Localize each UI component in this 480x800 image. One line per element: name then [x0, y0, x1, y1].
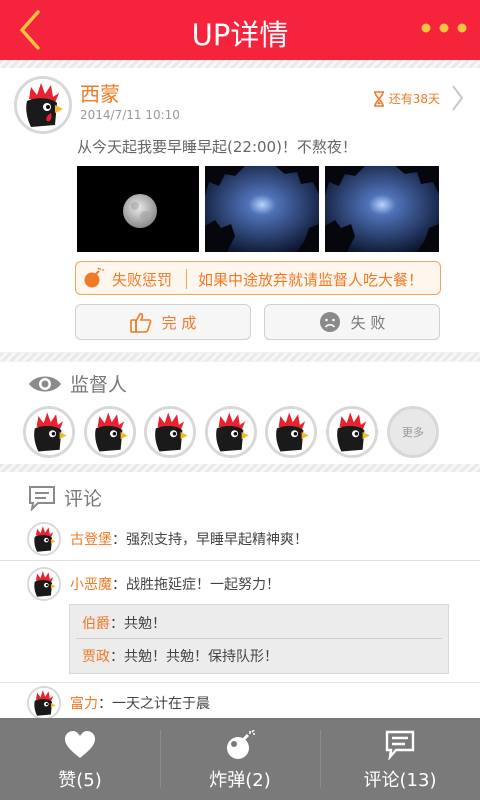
- supervisor-avatar[interactable]: [144, 406, 196, 458]
- remaining-days: 还有38天: [373, 90, 440, 107]
- post-text: 从今天起我要早睡早起(22:00)！不熬夜！: [77, 138, 357, 156]
- sad-face-icon: [319, 312, 340, 332]
- supervisors-header: 监督人: [28, 370, 127, 397]
- header-bar: UP详情: [0, 0, 480, 60]
- bomb-icon: [84, 267, 104, 288]
- post-card: 西蒙 2014/7/11 10:10 还有38天 从今天起我要早睡早起(22:0…: [0, 68, 480, 352]
- eye-icon: [29, 376, 61, 391]
- bomb-tab[interactable]: 炸弹(2): [160, 718, 320, 800]
- avatar[interactable]: [14, 76, 72, 134]
- comment-author[interactable]: 古登堡: [70, 532, 112, 548]
- comment-avatar[interactable]: [27, 567, 61, 601]
- penalty-text: 如果中途放弃就请监督人吃大餐！: [198, 271, 424, 289]
- comments-title: 评论: [64, 488, 103, 510]
- supervisors-card: 监督人 更多: [0, 362, 480, 464]
- penalty-banner: 失败惩罚 如果中途放弃就请监督人吃大餐！: [75, 261, 441, 295]
- divider-stripe: [0, 353, 480, 361]
- rooster-avatar-icon: [17, 79, 69, 131]
- fail-label: 失 败: [350, 313, 386, 332]
- comment-author[interactable]: 富力: [70, 696, 98, 712]
- divider-stripe: [0, 464, 480, 472]
- rooster-avatar-icon: [26, 409, 72, 455]
- page-title: UP详情: [191, 18, 289, 52]
- penalty-divider: [186, 269, 187, 289]
- reply-line: 伯爵：共勉！: [82, 613, 166, 633]
- supervisor-avatar[interactable]: [23, 406, 75, 458]
- comment-tab-label: 评论(13): [363, 770, 437, 791]
- complete-label: 完 成: [161, 313, 197, 332]
- more-icon[interactable]: [418, 18, 470, 38]
- comment-divider: [0, 560, 480, 561]
- reply-author[interactable]: 伯爵: [82, 616, 110, 632]
- comment-line: 小恶魔：战胜拖延症！一起努力！: [70, 574, 280, 594]
- reply-line: 贾政：共勉！共勉！保持队形！: [82, 646, 278, 666]
- bomb-label: 炸弹(2): [209, 770, 271, 791]
- penalty-label: 失败惩罚: [112, 271, 173, 289]
- username[interactable]: 西蒙: [80, 78, 120, 107]
- photo-night-1[interactable]: [205, 166, 319, 252]
- more-supervisors-button[interactable]: 更多: [387, 406, 439, 458]
- comments-card: 评论 古登堡：强烈支持，早睡早起精神爽！ 小恶魔：战胜拖延症！一起努力！ 伯爵：…: [0, 472, 480, 720]
- comment-tab[interactable]: 评论(13): [320, 718, 480, 800]
- moon-image: [77, 166, 199, 252]
- night-sky-image: [205, 166, 319, 252]
- comment-text: ：一天之计在于晨: [98, 696, 210, 712]
- photo-moon[interactable]: [77, 166, 199, 252]
- chevron-right-icon[interactable]: [450, 84, 464, 112]
- rooster-avatar-icon: [29, 569, 59, 599]
- comment-text: ：战胜拖延症！一起努力！: [112, 577, 280, 593]
- rooster-avatar-icon: [29, 524, 59, 554]
- bottom-action-bar: 赞(5) 炸弹(2) 评论(13): [0, 718, 480, 800]
- supervisor-avatar[interactable]: [265, 406, 317, 458]
- rooster-avatar-icon: [208, 409, 254, 455]
- comment-avatar[interactable]: [27, 686, 61, 720]
- reply-author[interactable]: 贾政: [82, 649, 110, 665]
- bomb-icon: [227, 730, 255, 759]
- remaining-text: 还有38天: [388, 92, 440, 106]
- reply-box: 伯爵：共勉！ 贾政：共勉！共勉！保持队形！: [69, 604, 449, 674]
- comment-icon: [29, 485, 55, 511]
- comments-header: 评论: [28, 484, 102, 511]
- rooster-avatar-icon: [329, 409, 375, 455]
- supervisor-avatar[interactable]: [326, 406, 378, 458]
- comment-line: 富力：一天之计在于晨: [70, 693, 210, 713]
- night-sky-image: [325, 166, 439, 252]
- supervisor-avatar[interactable]: [205, 406, 257, 458]
- reply-text: ：共勉！: [110, 616, 166, 632]
- comment-author[interactable]: 小恶魔: [70, 577, 112, 593]
- rooster-avatar-icon: [147, 409, 193, 455]
- heart-icon: [65, 731, 95, 758]
- rooster-avatar-icon: [268, 409, 314, 455]
- rooster-avatar-icon: [87, 409, 133, 455]
- comment-divider: [0, 682, 480, 683]
- like-tab[interactable]: 赞(5): [0, 718, 160, 800]
- post-date: 2014/7/11 10:10: [80, 108, 180, 122]
- comment-line: 古登堡：强烈支持，早睡早起精神爽！: [70, 529, 308, 549]
- comment-avatar[interactable]: [27, 522, 61, 556]
- rooster-avatar-icon: [29, 688, 59, 718]
- thumbs-up-icon: [129, 312, 152, 333]
- comment-icon: [385, 730, 415, 760]
- comment-text: ：强烈支持，早睡早起精神爽！: [112, 532, 308, 548]
- divider-stripe: [0, 60, 480, 68]
- photo-night-2[interactable]: [325, 166, 439, 252]
- reply-text: ：共勉！共勉！保持队形！: [110, 649, 278, 665]
- reply-divider: [76, 638, 442, 639]
- supervisor-avatar[interactable]: [84, 406, 136, 458]
- complete-button[interactable]: 完 成: [75, 304, 251, 340]
- hourglass-icon: [373, 90, 384, 107]
- fail-button[interactable]: 失 败: [264, 304, 440, 340]
- like-label: 赞(5): [58, 770, 102, 791]
- supervisors-title: 监督人: [70, 374, 128, 396]
